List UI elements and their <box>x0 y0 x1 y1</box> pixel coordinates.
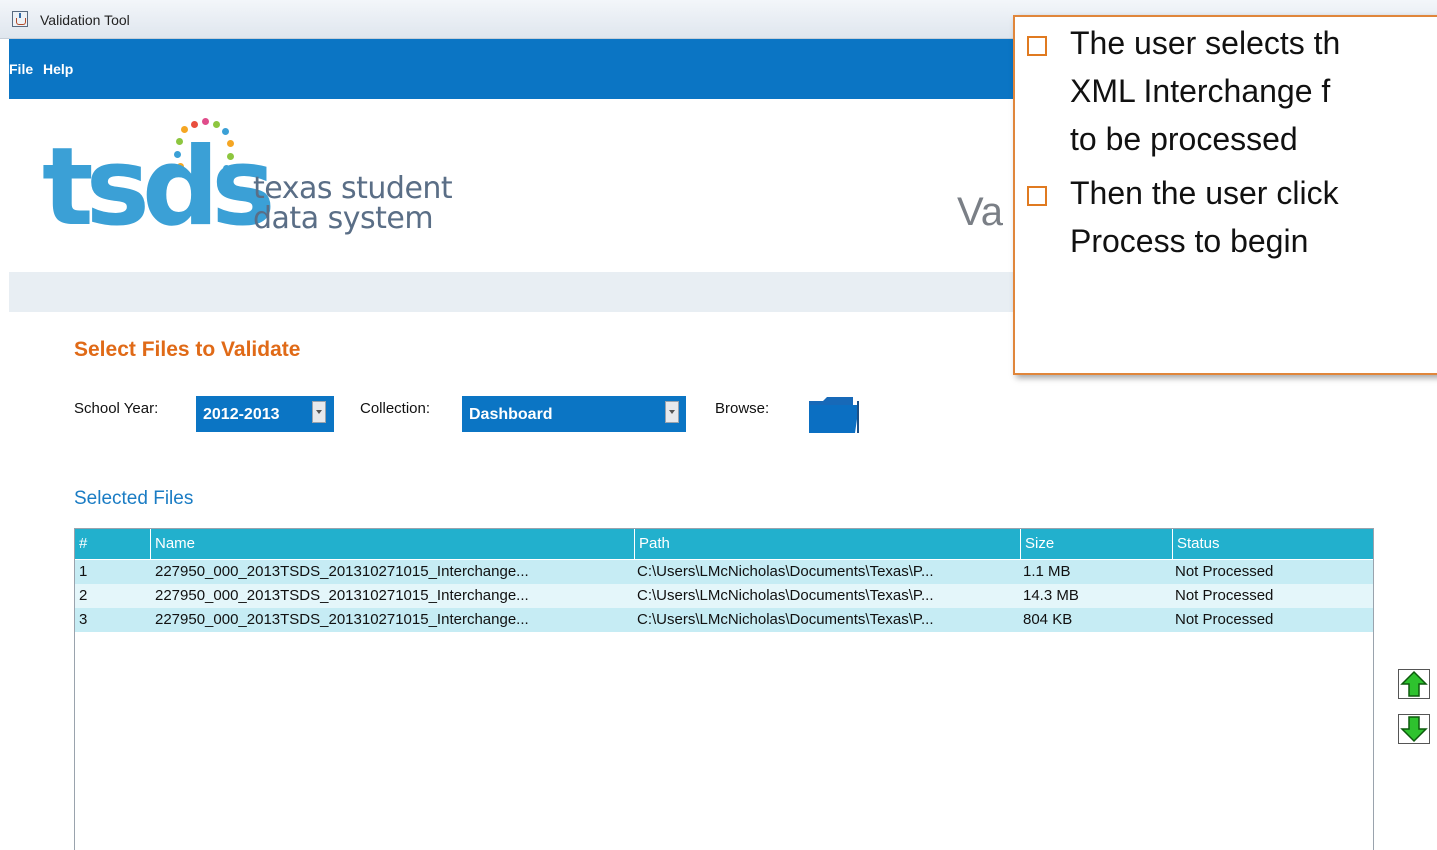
window-left-edge <box>0 39 9 850</box>
logo-tagline: texas student data system <box>253 171 453 236</box>
cell-size: 804 KB <box>1023 611 1073 628</box>
header-title-partial: Va <box>957 190 1003 234</box>
school-year-label: School Year: <box>74 400 159 417</box>
cell-path: C:\Users\LMcNicholas\Documents\Texas\P..… <box>637 611 934 628</box>
java-icon <box>12 11 28 27</box>
checkbox-bullet-icon <box>1027 36 1047 56</box>
cell-path: C:\Users\LMcNicholas\Documents\Texas\P..… <box>637 563 934 580</box>
tsds-logo: tsds texas student data system <box>40 108 500 258</box>
section-title: Select Files to Validate <box>74 338 301 361</box>
table-row[interactable]: 1 227950_000_2013TSDS_201310271015_Inter… <box>75 560 1373 584</box>
callout-line: to be processed <box>1070 121 1298 157</box>
collection-select[interactable]: Dashboard <box>462 396 686 432</box>
cell-number: 1 <box>79 563 88 580</box>
cell-size: 1.1 MB <box>1023 563 1071 580</box>
school-year-value: 2012-2013 <box>203 406 280 423</box>
checkbox-bullet-icon <box>1027 186 1047 206</box>
column-path[interactable]: Path <box>635 529 1021 559</box>
table-row[interactable]: 3 227950_000_2013TSDS_201310271015_Inter… <box>75 608 1373 632</box>
callout-line: XML Interchange f <box>1070 73 1331 109</box>
logo-tagline-line2: data system <box>253 201 434 236</box>
selected-files-table: # Name Path Size Status 1 227950_000_201… <box>74 528 1374 850</box>
selected-files-title: Selected Files <box>74 488 194 509</box>
instruction-callout: The user selects th XML Interchange f to… <box>1013 15 1437 375</box>
chevron-down-icon[interactable] <box>665 401 679 423</box>
menu-file[interactable]: File <box>9 61 33 77</box>
column-size[interactable]: Size <box>1021 529 1173 559</box>
column-name[interactable]: Name <box>151 529 635 559</box>
column-number[interactable]: # <box>75 529 151 559</box>
cell-name: 227950_000_2013TSDS_201310271015_Interch… <box>155 587 529 604</box>
table-header: # Name Path Size Status <box>75 529 1373 559</box>
browse-label: Browse: <box>715 400 770 417</box>
chevron-down-icon[interactable] <box>312 401 326 423</box>
callout-line: Process to begin <box>1070 223 1309 259</box>
collection-value: Dashboard <box>469 406 553 423</box>
cell-name: 227950_000_2013TSDS_201310271015_Interch… <box>155 563 529 580</box>
cell-status: Not Processed <box>1175 587 1274 604</box>
arrow-up-icon[interactable] <box>1398 669 1430 699</box>
cell-name: 227950_000_2013TSDS_201310271015_Interch… <box>155 611 529 628</box>
logo-wordmark: tsds <box>42 125 275 250</box>
window-title: Validation Tool <box>40 12 130 28</box>
callout-line: The user selects th <box>1070 25 1341 61</box>
cell-status: Not Processed <box>1175 563 1274 580</box>
cell-size: 14.3 MB <box>1023 587 1079 604</box>
menu-help[interactable]: Help <box>43 61 73 77</box>
arrow-down-icon[interactable] <box>1398 714 1430 744</box>
callout-line: Then the user click <box>1070 175 1339 211</box>
folder-icon[interactable] <box>807 395 861 435</box>
column-status[interactable]: Status <box>1173 529 1373 559</box>
cell-path: C:\Users\LMcNicholas\Documents\Texas\P..… <box>637 587 934 604</box>
logo-tagline-line1: texas student <box>253 171 453 206</box>
cell-number: 3 <box>79 611 88 628</box>
cell-number: 2 <box>79 587 88 604</box>
cell-status: Not Processed <box>1175 611 1274 628</box>
collection-label: Collection: <box>360 400 431 417</box>
table-row[interactable]: 2 227950_000_2013TSDS_201310271015_Inter… <box>75 584 1373 608</box>
school-year-select[interactable]: 2012-2013 <box>196 396 334 432</box>
